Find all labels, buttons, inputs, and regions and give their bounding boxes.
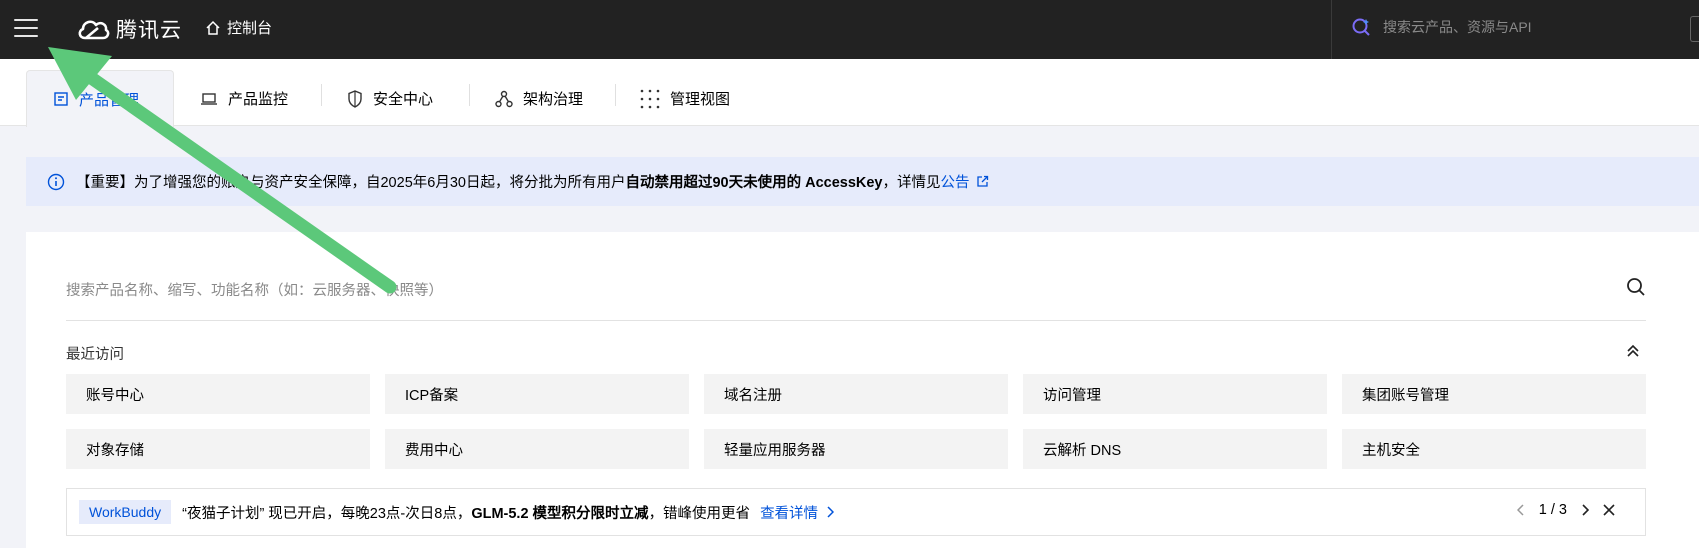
topbar-divider [1331, 0, 1332, 59]
announcement-link[interactable]: 公告 [941, 171, 970, 192]
home-icon [206, 20, 220, 35]
close-icon [1603, 504, 1615, 516]
recent-item[interactable]: 费用中心 [385, 429, 689, 469]
product-search-card: 搜索产品名称、缩写、功能名称（如：云服务器、快照等） 最近访问 账号中心 ICP… [26, 232, 1699, 548]
recent-item[interactable]: ICP备案 [385, 374, 689, 414]
promo-pager: 1 / 3 [1516, 502, 1615, 518]
chevron-right-icon [827, 506, 835, 518]
recent-item[interactable]: 集团账号管理 [1342, 374, 1646, 414]
tab-label: 管理视图 [670, 91, 731, 108]
view-details-label: 查看详情 [760, 505, 819, 522]
product-search-placeholder: 搜索产品名称、缩写、功能名称（如：云服务器、快照等） [66, 283, 443, 299]
recent-item[interactable]: 对象存储 [66, 429, 370, 469]
global-search-placeholder: 搜索云产品、资源与API [1383, 19, 1532, 35]
recent-products-grid: 账号中心 ICP备案 域名注册 访问管理 集团账号管理 对象存储 费用中心 轻量… [66, 374, 1646, 469]
notice-bold-text: 自动禁用超过90天未使用的 AccessKey [625, 175, 883, 191]
global-search[interactable]: 搜索云产品、资源与API [1351, 17, 1532, 37]
search-icon[interactable] [1626, 277, 1646, 297]
recent-item[interactable]: 轻量应用服务器 [704, 429, 1008, 469]
prev-page-button[interactable] [1516, 504, 1525, 516]
collapse-chevron-icon[interactable] [1626, 344, 1640, 358]
tab-separator [469, 84, 470, 106]
menu-icon[interactable] [14, 19, 38, 39]
view-details-link[interactable]: 查看详情 [760, 502, 835, 523]
recent-item[interactable]: 访问管理 [1023, 374, 1327, 414]
chevron-right-icon [1582, 504, 1589, 516]
product-search-input[interactable]: 搜索产品名称、缩写、功能名称（如：云服务器、快照等） [66, 274, 1646, 321]
recent-visits-title: 最近访问 [66, 347, 124, 363]
top-nav-bar: 腾讯云 控制台 搜索云产品、资源与API [0, 0, 1699, 59]
recent-item[interactable]: 云解析 DNS [1023, 429, 1327, 469]
topbar-edge-element[interactable] [1690, 16, 1699, 42]
notice-suffix: ，详情见 [882, 175, 941, 191]
logo-text: 腾讯云 [116, 19, 182, 42]
tencent-cloud-logo[interactable]: 腾讯云 [76, 14, 182, 44]
tab-label: 安全中心 [373, 91, 434, 108]
info-icon [47, 173, 65, 190]
recent-item[interactable]: 主机安全 [1342, 429, 1646, 469]
chevron-left-icon [1516, 504, 1524, 516]
tab-separator [321, 84, 322, 106]
promo-text: “夜猫子计划” 现已开启，每晚23点-次日8点， [182, 505, 472, 522]
promo-tag: WorkBuddy [79, 500, 172, 524]
tab-architecture-governance[interactable]: 架构治理 [495, 70, 583, 127]
console-label: 控制台 [227, 20, 273, 37]
tab-label: 产品管理 [79, 91, 140, 109]
tab-management-view[interactable]: 管理视图 [640, 70, 730, 127]
tab-product-management[interactable]: 产品管理 [26, 70, 174, 127]
promo-bold-text: GLM-5.2 模型积分限时立减 [471, 505, 649, 522]
ai-search-icon [1352, 18, 1370, 36]
tab-label: 架构治理 [523, 91, 584, 108]
external-link-icon[interactable] [976, 175, 989, 188]
console-link[interactable]: 控制台 [205, 17, 272, 38]
close-button[interactable] [1603, 504, 1615, 516]
page-indicator: 1 / 3 [1538, 502, 1567, 518]
tab-security-center[interactable]: 安全中心 [347, 70, 433, 127]
cloud-logo-icon [78, 20, 110, 40]
product-icon [54, 92, 68, 106]
notice-text: 【重要】为了增强您的账户与资产安全保障，自2025年6月30日起，将分批为所有用… [76, 175, 626, 191]
recent-item[interactable]: 域名注册 [704, 374, 1008, 414]
next-page-button[interactable] [1581, 504, 1589, 516]
security-notice-banner: 【重要】为了增强您的账户与资产安全保障，自2025年6月30日起，将分批为所有用… [26, 157, 1699, 206]
tab-label: 产品监控 [228, 91, 289, 108]
recent-item[interactable]: 账号中心 [66, 374, 370, 414]
tab-product-monitor[interactable]: 产品监控 [200, 70, 288, 127]
architecture-icon [495, 90, 513, 107]
grid-dots-icon [640, 89, 660, 108]
monitor-icon [201, 92, 217, 105]
promo-banner: WorkBuddy “夜猫子计划” 现已开启，每晚23点-次日8点， GLM-5… [66, 488, 1646, 536]
tab-bar: 产品管理 产品监控 安全中心 架构治理 管理视图 [0, 59, 1699, 127]
shield-icon [348, 89, 362, 108]
promo-text-tail: ，错峰使用更省 [648, 505, 751, 522]
tab-separator [615, 84, 616, 106]
